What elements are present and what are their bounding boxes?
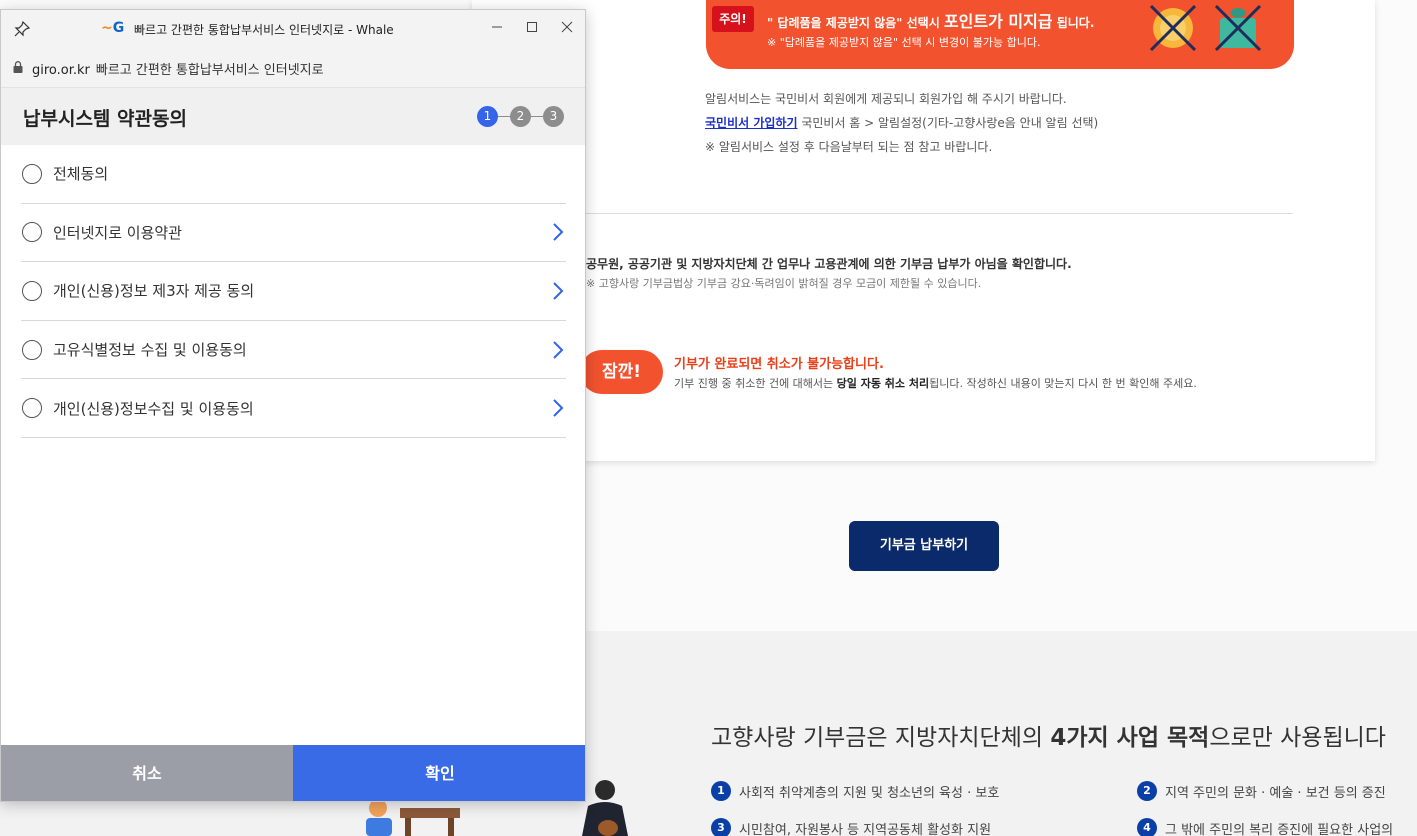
wait-desc-prefix: 기부 진행 중 취소한 건에 대해서는 (674, 377, 837, 390)
minimize-button[interactable] (482, 14, 512, 42)
alarm-path-text: 국민비서 홈 > 알림설정(기타-고향사랑e음 안내 알림 선택) (797, 116, 1099, 130)
radio-button[interactable] (22, 222, 42, 243)
radio-button[interactable] (22, 163, 42, 184)
gov-secretary-signup-link[interactable]: 국민비서 가입하기 (705, 116, 798, 130)
url-host: giro.or.kr (32, 63, 90, 78)
donation-confirm-note: ※ 고향사랑 기부금법상 기부금 강요·독려임이 밝혀질 경우 모금이 제한될 … (586, 277, 982, 290)
term-unique-id-consent[interactable]: 고유식별정보 수집 및 이용동의 (21, 321, 566, 380)
page-title: 납부시스템 약관동의 (23, 108, 187, 130)
alarm-signup-line: 국민비서 가입하기 국민비서 홈 > 알림설정(기타-고향사랑e음 안내 알림 … (705, 114, 1098, 131)
terms-list: 전체동의 인터넷지로 이용약관 개인(신용)정보 제3자 제공 동의 고유식별정… (21, 145, 566, 438)
warning-emphasis: 포인트가 미지급 (943, 12, 1053, 31)
warning-text-prefix: " 답례품을 제공받지 않음" 선택시 (767, 16, 944, 30)
wait-desc-bold: 당일 자동 취소 처리 (836, 377, 930, 390)
term-personal-info-consent[interactable]: 개인(신용)정보수집 및 이용동의 (21, 379, 566, 438)
popup-footer: 취소 확인 (1, 745, 585, 801)
giro-logo-icon: ~G (101, 20, 125, 36)
term-label: 개인(신용)정보수집 및 이용동의 (53, 399, 254, 418)
purpose-text: 사회적 취약계층의 지원 및 청소년의 육성 · 보호 (739, 785, 1000, 801)
term-label: 인터넷지로 이용약관 (53, 223, 182, 242)
term-agree-all[interactable]: 전체동의 (21, 145, 566, 204)
purpose-number: 1 (711, 781, 731, 801)
alarm-info-text: 알림서비스는 국민비서 회원에게 제공되니 회원가입 해 주시기 바랍니다. (705, 92, 1067, 106)
lock-icon (13, 61, 23, 73)
step-connector (498, 116, 510, 117)
warning-text-suffix: 됩니다. (1052, 16, 1095, 30)
purpose-text: 그 밖에 주민의 복리 증진에 필요한 사업의 (1165, 822, 1394, 836)
section-divider (586, 213, 1293, 214)
purpose-number: 3 (711, 818, 731, 836)
no-gift-icon (1214, 4, 1262, 52)
no-points-icon (1149, 4, 1197, 52)
wait-title: 기부가 완료되면 취소가 불가능합니다. (674, 357, 884, 372)
window-title: 빠르고 간편한 통합납부서비스 인터넷지로 - Whale (134, 23, 394, 37)
radio-button[interactable] (22, 339, 42, 360)
alarm-note: ※ 알림서비스 설정 후 다음날부터 되는 점 참고 바랍니다. (705, 140, 993, 154)
purpose-item: 1 사회적 취약계층의 지원 및 청소년의 육성 · 보호 (711, 781, 999, 801)
purpose-title: 고향사랑 기부금은 지방자치단체의 4가지 사업 목적으로만 사용됩니다 (711, 718, 1386, 752)
warning-note: ※ "답례품을 제공받지 않음" 선택 시 변경이 불가능 합니다. (767, 36, 1041, 49)
donation-confirm-text: 공무원, 공공기관 및 지방자치단체 간 업무나 고용관계에 의한 기부금 납부… (586, 257, 1072, 271)
cancel-button[interactable]: 취소 (1, 745, 293, 801)
purpose-number: 2 (1137, 781, 1157, 801)
purpose-item: 3 시민참여, 자원봉사 등 지역공동체 활성화 지원 (711, 818, 991, 836)
address-bar: giro.or.kr 빠르고 간편한 통합납부서비스 인터넷지로 (1, 48, 585, 88)
purpose-title-prefix: 고향사랑 기부금은 지방자치단체의 (711, 725, 1051, 751)
term-label: 전체동의 (53, 165, 109, 184)
step-indicator-3: 3 (543, 106, 564, 127)
radio-button[interactable] (22, 280, 42, 301)
term-third-party-consent[interactable]: 개인(신용)정보 제3자 제공 동의 (21, 262, 566, 321)
maximize-button[interactable] (517, 14, 547, 42)
wait-badge: 잠깐! (580, 350, 663, 394)
warning-text: " 답례품을 제공받지 않음" 선택시 포인트가 미지급 됩니다. (767, 8, 1094, 32)
maximize-icon (527, 22, 537, 32)
terms-popup-window: ~G 빠르고 간편한 통합납부서비스 인터넷지로 - Whale giro.or… (0, 9, 586, 802)
giro-logo-letter: G (112, 20, 125, 36)
term-label: 고유식별정보 수집 및 이용동의 (53, 341, 247, 360)
purpose-text: 지역 주민의 문화 · 예술 · 보건 등의 증진 (1165, 785, 1386, 801)
radio-button[interactable] (22, 398, 42, 419)
wait-desc-suffix: 됩니다. 작성하신 내용이 맞는지 다시 한 번 확인해 주세요. (929, 377, 1197, 390)
chevron-right-icon[interactable] (552, 222, 564, 242)
confirm-button[interactable]: 확인 (293, 745, 585, 801)
url-display[interactable]: giro.or.kr 빠르고 간편한 통합납부서비스 인터넷지로 (32, 59, 324, 78)
chevron-right-icon[interactable] (552, 398, 564, 418)
step-indicator-1: 1 (477, 106, 498, 127)
chevron-right-icon[interactable] (552, 340, 564, 360)
purpose-title-suffix: 으로만 사용됩니다 (1209, 725, 1386, 751)
warning-tag: 주의! (712, 6, 754, 32)
popup-header: 납부시스템 약관동의 1 2 3 (1, 88, 585, 145)
url-page-title: 빠르고 간편한 통합납부서비스 인터넷지로 (95, 63, 324, 78)
purpose-number: 4 (1137, 818, 1157, 836)
close-window-button[interactable] (552, 14, 582, 42)
step-indicator-2: 2 (510, 106, 531, 127)
step-connector (531, 116, 543, 117)
purpose-item: 2 지역 주민의 문화 · 예술 · 보건 등의 증진 (1137, 781, 1386, 801)
chevron-right-icon[interactable] (552, 281, 564, 301)
window-titlebar: ~G 빠르고 간편한 통합납부서비스 인터넷지로 - Whale (1, 10, 585, 48)
purpose-item: 4 그 밖에 주민의 복리 증진에 필요한 사업의 (1137, 818, 1393, 836)
purpose-title-bold: 4가지 사업 목적 (1050, 725, 1210, 751)
pay-donation-button[interactable]: 기부금 납부하기 (849, 521, 999, 571)
term-giro-terms[interactable]: 인터넷지로 이용약관 (21, 204, 566, 263)
wait-description: 기부 진행 중 취소한 건에 대해서는 당일 자동 취소 처리됩니다. 작성하신… (674, 375, 1197, 391)
pin-icon[interactable] (13, 20, 31, 38)
term-label: 개인(신용)정보 제3자 제공 동의 (53, 282, 255, 301)
close-icon (561, 21, 573, 33)
purpose-text: 시민참여, 자원봉사 등 지역공동체 활성화 지원 (739, 822, 992, 836)
minimize-icon (492, 26, 502, 28)
